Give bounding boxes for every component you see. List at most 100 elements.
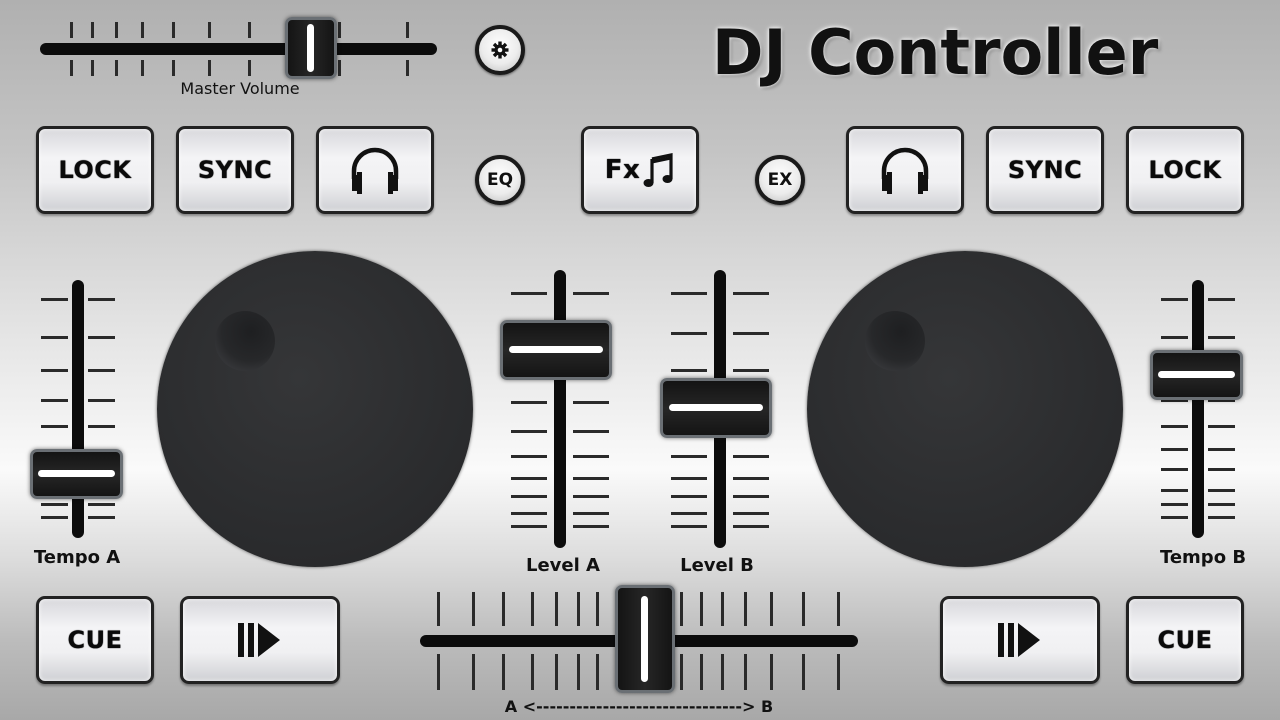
deck-b-jog-wheel[interactable] bbox=[807, 251, 1123, 567]
scale-tick bbox=[172, 22, 175, 38]
scale-tick bbox=[1161, 468, 1188, 471]
deck-b-lock-label: LOCK bbox=[1148, 156, 1222, 184]
scale-tick bbox=[802, 592, 805, 626]
deck-b-sync-button[interactable]: SYNC bbox=[986, 126, 1104, 214]
scale-tick bbox=[700, 592, 703, 626]
scale-tick bbox=[511, 455, 547, 458]
scale-tick bbox=[208, 60, 211, 76]
scale-tick bbox=[671, 292, 707, 295]
scale-tick bbox=[577, 592, 580, 626]
scale-tick bbox=[1208, 425, 1235, 428]
scale-tick bbox=[596, 592, 599, 626]
level-a-track[interactable] bbox=[554, 270, 566, 548]
tempo-b-fader[interactable] bbox=[1150, 278, 1245, 540]
scale-tick bbox=[1208, 448, 1235, 451]
scale-tick bbox=[680, 592, 683, 626]
gear-icon bbox=[491, 41, 509, 59]
deck-a-lock-button[interactable]: LOCK bbox=[36, 126, 154, 214]
eq-button[interactable]: EQ bbox=[475, 155, 525, 205]
scale-tick bbox=[671, 495, 707, 498]
scale-tick bbox=[577, 654, 580, 690]
level-b-knob[interactable] bbox=[660, 377, 772, 438]
fx-button[interactable]: Fx bbox=[581, 126, 699, 214]
scale-tick bbox=[88, 298, 115, 301]
deck-a-jog-wheel[interactable] bbox=[157, 251, 473, 567]
scale-tick bbox=[511, 477, 547, 480]
deck-a-cue-button[interactable]: CUE bbox=[36, 596, 154, 684]
level-a-knob[interactable] bbox=[500, 319, 612, 380]
tempo-a-fader[interactable] bbox=[30, 278, 125, 540]
scale-tick bbox=[573, 292, 609, 295]
crossfader-knob[interactable] bbox=[615, 585, 675, 693]
scale-tick bbox=[511, 430, 547, 433]
scale-tick bbox=[1161, 425, 1188, 428]
crossfader[interactable] bbox=[410, 580, 870, 700]
scale-tick bbox=[406, 60, 409, 76]
deck-b-headphones-button[interactable] bbox=[846, 126, 964, 214]
scale-tick bbox=[88, 369, 115, 372]
scale-tick bbox=[511, 292, 547, 295]
scale-tick bbox=[70, 22, 73, 38]
scale-tick bbox=[437, 654, 440, 690]
scale-tick bbox=[1208, 298, 1235, 301]
deck-b-cue-button[interactable]: CUE bbox=[1126, 596, 1244, 684]
scale-tick bbox=[88, 516, 115, 519]
scale-tick bbox=[573, 455, 609, 458]
scale-tick bbox=[502, 654, 505, 690]
scale-tick bbox=[1208, 489, 1235, 492]
scale-tick bbox=[837, 592, 840, 626]
jog-wheel-dimple bbox=[215, 311, 275, 371]
scale-tick bbox=[41, 503, 68, 506]
scale-tick bbox=[41, 516, 68, 519]
scale-tick bbox=[573, 525, 609, 528]
master-volume-track[interactable] bbox=[40, 43, 437, 55]
scale-tick bbox=[573, 495, 609, 498]
scale-tick bbox=[115, 22, 118, 38]
scale-tick bbox=[555, 592, 558, 626]
level-a-fader[interactable] bbox=[500, 268, 612, 550]
scale-tick bbox=[511, 495, 547, 498]
scale-tick bbox=[531, 592, 534, 626]
scale-tick bbox=[208, 22, 211, 38]
scale-tick bbox=[115, 60, 118, 76]
scale-tick bbox=[406, 22, 409, 38]
scale-tick bbox=[1161, 298, 1188, 301]
deck-a-lock-label: LOCK bbox=[58, 156, 132, 184]
scale-tick bbox=[511, 512, 547, 515]
scale-tick bbox=[671, 369, 707, 372]
deck-b-lock-button[interactable]: LOCK bbox=[1126, 126, 1244, 214]
settings-button[interactable] bbox=[475, 25, 525, 75]
ex-label: EX bbox=[767, 170, 793, 190]
scale-tick bbox=[437, 592, 440, 626]
scale-tick bbox=[41, 399, 68, 402]
level-b-fader[interactable] bbox=[660, 268, 772, 550]
tempo-a-knob[interactable] bbox=[30, 448, 123, 499]
ex-button[interactable]: EX bbox=[755, 155, 805, 205]
scale-tick bbox=[733, 525, 769, 528]
scale-tick bbox=[721, 592, 724, 626]
tempo-a-track[interactable] bbox=[72, 280, 84, 538]
fx-label: Fx bbox=[604, 155, 641, 185]
scale-tick bbox=[91, 22, 94, 38]
scale-tick bbox=[91, 60, 94, 76]
scale-tick bbox=[770, 592, 773, 626]
scale-tick bbox=[1208, 468, 1235, 471]
master-volume-knob[interactable] bbox=[284, 17, 337, 79]
scale-tick bbox=[671, 525, 707, 528]
scale-tick bbox=[721, 654, 724, 690]
tempo-b-track[interactable] bbox=[1192, 280, 1204, 538]
tempo-a-label: Tempo A bbox=[33, 547, 121, 568]
deck-a-sync-button[interactable]: SYNC bbox=[176, 126, 294, 214]
master-volume-label: Master Volume bbox=[180, 79, 300, 98]
tempo-b-knob[interactable] bbox=[1150, 349, 1243, 400]
deck-a-play-pause-button[interactable] bbox=[180, 596, 340, 684]
deck-b-play-pause-button[interactable] bbox=[940, 596, 1100, 684]
scale-tick bbox=[88, 336, 115, 339]
deck-b-cue-label: CUE bbox=[1157, 626, 1213, 654]
scale-tick bbox=[41, 369, 68, 372]
scale-tick bbox=[88, 399, 115, 402]
scale-tick bbox=[733, 292, 769, 295]
deck-a-headphones-button[interactable] bbox=[316, 126, 434, 214]
tempo-b-label: Tempo B bbox=[1159, 547, 1247, 568]
scale-tick bbox=[744, 592, 747, 626]
